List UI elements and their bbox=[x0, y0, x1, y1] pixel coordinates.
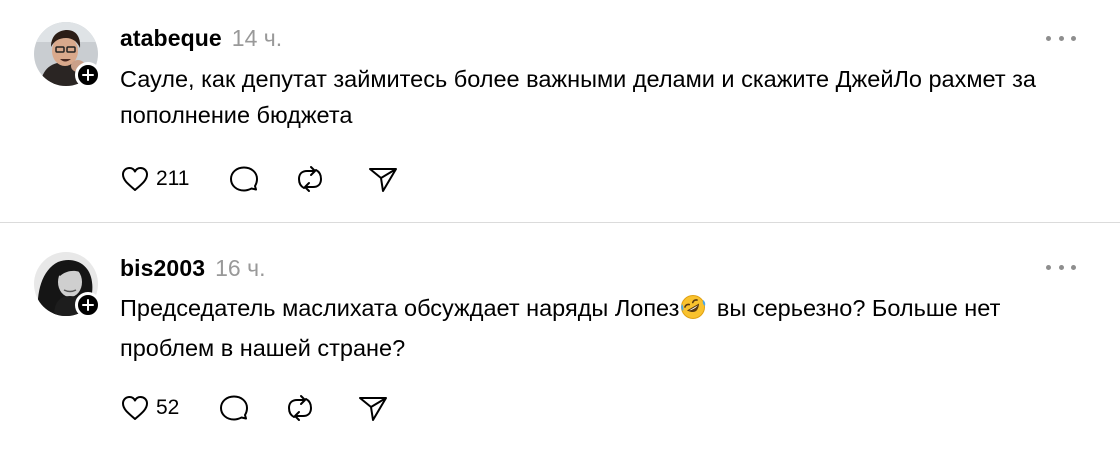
action-bar: 52 bbox=[120, 392, 388, 424]
like-button[interactable]: 211 bbox=[120, 165, 189, 193]
share-button[interactable] bbox=[368, 165, 398, 193]
comment-bubble-icon bbox=[220, 395, 249, 421]
avatar-container[interactable] bbox=[34, 252, 101, 318]
post-text-content: Председатель маслихата обсуждает наряды … bbox=[120, 295, 680, 321]
more-dots-icon[interactable] bbox=[1046, 33, 1076, 43]
plus-icon bbox=[82, 299, 94, 311]
follow-badge[interactable] bbox=[75, 62, 101, 88]
heart-icon bbox=[122, 396, 148, 420]
username[interactable]: bis2003 bbox=[120, 255, 205, 282]
rolling-on-floor-laughing-emoji bbox=[680, 294, 706, 330]
avatar-container[interactable] bbox=[34, 22, 101, 88]
share-button[interactable] bbox=[358, 394, 388, 422]
send-icon bbox=[369, 168, 398, 192]
like-count: 52 bbox=[156, 396, 180, 419]
post-time[interactable]: 16 ч. bbox=[215, 255, 265, 282]
post-header: bis2003 16 ч. bbox=[120, 255, 265, 282]
more-dots-icon[interactable] bbox=[1046, 262, 1076, 272]
repost-button[interactable] bbox=[294, 164, 326, 194]
post: atabeque 14 ч. Сауле, как депутат займит… bbox=[0, 0, 1120, 223]
like-count: 211 bbox=[156, 167, 190, 190]
comment-bubble-icon bbox=[230, 166, 259, 192]
post-time[interactable]: 14 ч. bbox=[232, 25, 282, 52]
post-header: atabeque 14 ч. bbox=[120, 25, 282, 52]
like-button[interactable]: 52 bbox=[120, 394, 179, 422]
post-text: Сауле, как депутат займитесь более важны… bbox=[120, 61, 1070, 133]
post-text: Председатель маслихата обсуждает наряды … bbox=[120, 290, 1070, 366]
repost-icon bbox=[288, 395, 313, 421]
follow-badge[interactable] bbox=[75, 292, 101, 318]
comment-button[interactable] bbox=[219, 393, 249, 423]
heart-icon bbox=[122, 167, 148, 191]
repost-icon bbox=[298, 166, 323, 192]
repost-button[interactable] bbox=[284, 393, 316, 423]
action-bar: 211 bbox=[120, 163, 398, 195]
comment-button[interactable] bbox=[229, 164, 259, 194]
username[interactable]: atabeque bbox=[120, 25, 222, 52]
post-text-content: Сауле, как депутат займитесь более важны… bbox=[120, 66, 1036, 128]
post: bis2003 16 ч. Председатель маслихата обс… bbox=[0, 224, 1120, 452]
plus-icon bbox=[82, 69, 94, 81]
send-icon bbox=[359, 397, 388, 421]
